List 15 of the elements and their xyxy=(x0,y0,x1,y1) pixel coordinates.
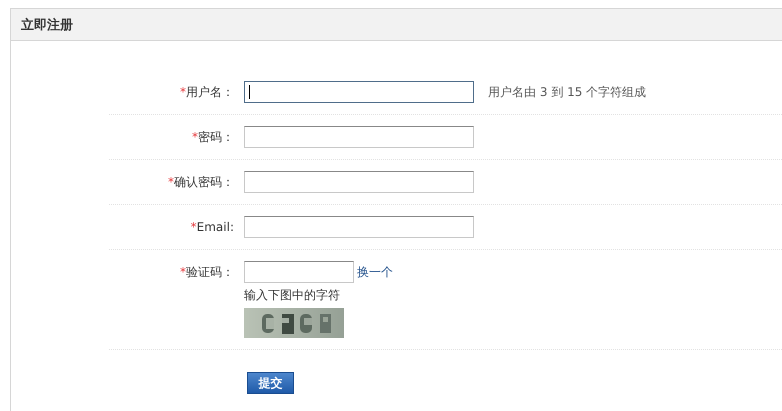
hint-text: 用户名由 3 到 15 个字符组成 xyxy=(488,84,646,101)
refresh-link[interactable]: 换一个 xyxy=(357,261,393,283)
field-label: *密码： xyxy=(191,129,235,146)
input-field[interactable] xyxy=(244,216,474,238)
field-label: *Email: xyxy=(190,219,235,236)
field-label: *用户名： xyxy=(179,84,235,101)
panel-title: 立即注册 xyxy=(21,16,73,34)
input-field[interactable] xyxy=(244,261,354,283)
input-field[interactable] xyxy=(244,81,474,103)
captcha-note: 输入下图中的字符 xyxy=(244,287,341,304)
field-label: *验证码： xyxy=(179,264,235,281)
submit-button[interactable]: 提交 xyxy=(247,372,294,394)
field-label: *确认密码： xyxy=(167,174,235,191)
input-field[interactable] xyxy=(244,171,474,193)
input-field[interactable] xyxy=(244,126,474,148)
